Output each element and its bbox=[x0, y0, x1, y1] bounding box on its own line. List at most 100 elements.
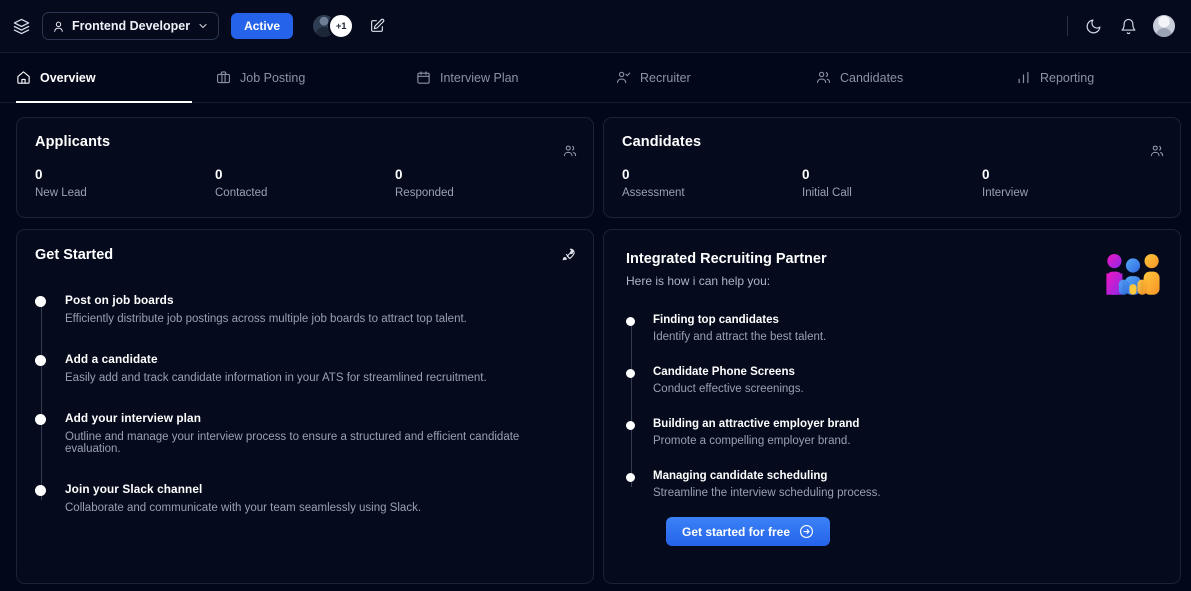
user-circle-icon bbox=[52, 20, 65, 33]
users-icon bbox=[816, 70, 831, 85]
tab-label: Recruiter bbox=[640, 70, 691, 85]
stat-value: 0 bbox=[215, 167, 223, 182]
tab-overview[interactable]: Overview bbox=[16, 53, 216, 103]
list-item[interactable]: Add a candidate Easily add and track can… bbox=[35, 352, 575, 384]
card-subtitle: Here is how i can help you: bbox=[626, 274, 771, 288]
stat-contacted: 0 Contacted bbox=[215, 167, 395, 199]
bar-chart-icon bbox=[1016, 70, 1031, 85]
stat-label: Initial Call bbox=[802, 187, 852, 199]
chevron-down-icon bbox=[197, 20, 209, 32]
tab-reporting[interactable]: Reporting bbox=[1016, 53, 1191, 102]
list-item[interactable]: Candidate Phone Screens Conduct effectiv… bbox=[626, 366, 1162, 395]
moon-icon[interactable] bbox=[1083, 16, 1103, 36]
candidates-card: Candidates 0 Assessment 0 Initial Call 0… bbox=[603, 117, 1181, 218]
item-title: Add a candidate bbox=[65, 352, 158, 366]
list-item[interactable]: Managing candidate scheduling Streamline… bbox=[626, 470, 1162, 499]
item-title: Post on job boards bbox=[65, 293, 174, 307]
applicants-card: Applicants 0 New Lead 0 Contacted 0 Resp… bbox=[16, 117, 594, 218]
card-title: Applicants bbox=[35, 134, 111, 150]
applicants-stats: 0 New Lead 0 Contacted 0 Responded bbox=[35, 167, 575, 199]
bullet-dot bbox=[35, 414, 46, 425]
briefcase-icon bbox=[216, 70, 231, 85]
tab-label: Reporting bbox=[1040, 70, 1095, 85]
get-started-timeline: Post on job boards Efficiently distribut… bbox=[35, 293, 575, 514]
card-title: Candidates bbox=[622, 134, 702, 150]
edit-square-icon[interactable] bbox=[366, 15, 388, 37]
integrated-recruiting-partner-card: Integrated Recruiting Partner Here is ho… bbox=[603, 229, 1181, 584]
avatar-group[interactable]: +1 bbox=[311, 13, 355, 39]
bullet-dot bbox=[35, 485, 46, 496]
arrow-right-circle-icon bbox=[799, 524, 814, 539]
bullet-dot bbox=[626, 473, 635, 482]
user-check-icon bbox=[616, 70, 631, 85]
item-title: Finding top candidates bbox=[653, 314, 779, 326]
people-group-logo bbox=[1102, 250, 1164, 304]
layers-icon[interactable] bbox=[6, 11, 36, 41]
list-item[interactable]: Post on job boards Efficiently distribut… bbox=[35, 293, 575, 325]
users-icon bbox=[563, 144, 577, 158]
stat-label: Contacted bbox=[215, 187, 268, 199]
list-item[interactable]: Join your Slack channel Collaborate and … bbox=[35, 482, 575, 514]
list-item[interactable]: Building an attractive employer brand Pr… bbox=[626, 418, 1162, 447]
stat-label: New Lead bbox=[35, 187, 87, 199]
home-icon bbox=[16, 70, 31, 85]
stat-value: 0 bbox=[395, 167, 403, 182]
bullet-dot bbox=[626, 317, 635, 326]
partner-timeline: Finding top candidates Identify and attr… bbox=[626, 314, 1162, 499]
item-desc: Outline and manage your interview proces… bbox=[65, 431, 520, 455]
top-bar-actions bbox=[1067, 15, 1175, 37]
cta-label: Get started for free bbox=[682, 524, 791, 539]
avatar-overflow-count: +1 bbox=[328, 13, 355, 39]
item-title: Building an attractive employer brand bbox=[653, 418, 860, 430]
stat-value: 0 bbox=[35, 167, 43, 182]
item-desc: Conduct effective screenings. bbox=[653, 383, 804, 395]
tab-label: Candidates bbox=[840, 70, 904, 85]
users-icon bbox=[1150, 144, 1164, 158]
status-active-button[interactable]: Active bbox=[231, 13, 294, 39]
get-started-card: Get Started Post on job boards Efficient… bbox=[16, 229, 594, 584]
item-desc: Efficiently distribute job postings acro… bbox=[65, 313, 467, 325]
tab-label: Job Posting bbox=[240, 70, 306, 85]
bullet-dot bbox=[626, 369, 635, 378]
tab-job-posting[interactable]: Job Posting bbox=[216, 53, 416, 102]
role-selector-label: Frontend Developer bbox=[72, 19, 191, 33]
role-selector[interactable]: Frontend Developer bbox=[42, 12, 220, 40]
stat-value: 0 bbox=[802, 167, 810, 182]
item-desc: Identify and attract the best talent. bbox=[653, 331, 827, 343]
stat-new-lead: 0 New Lead bbox=[35, 167, 215, 199]
bell-icon[interactable] bbox=[1118, 16, 1138, 36]
stat-initial-call: 0 Initial Call bbox=[802, 167, 982, 199]
candidates-stats: 0 Assessment 0 Initial Call 0 Interview bbox=[622, 167, 1162, 199]
item-desc: Promote a compelling employer brand. bbox=[653, 435, 851, 447]
card-title: Get Started bbox=[35, 247, 114, 263]
rocket-icon[interactable] bbox=[562, 247, 577, 262]
stat-label: Responded bbox=[395, 187, 454, 199]
top-bar: Frontend Developer Active +1 bbox=[0, 0, 1191, 53]
stat-assessment: 0 Assessment bbox=[622, 167, 802, 199]
card-title: Integrated Recruiting Partner bbox=[626, 251, 827, 267]
get-started-for-free-button[interactable]: Get started for free bbox=[666, 517, 831, 546]
profile-avatar[interactable] bbox=[1153, 15, 1175, 37]
main-tabs: Overview Job Posting Interview Plan Recr… bbox=[0, 53, 1191, 103]
tab-label: Interview Plan bbox=[440, 70, 519, 85]
tab-interview-plan[interactable]: Interview Plan bbox=[416, 53, 616, 102]
dashboard-grid: Applicants 0 New Lead 0 Contacted 0 Resp… bbox=[0, 103, 1191, 584]
stat-value: 0 bbox=[622, 167, 630, 182]
calendar-icon bbox=[416, 70, 431, 85]
item-desc: Easily add and track candidate informati… bbox=[65, 372, 487, 384]
stat-responded: 0 Responded bbox=[395, 167, 575, 199]
stat-label: Assessment bbox=[622, 187, 685, 199]
bullet-dot bbox=[35, 296, 46, 307]
list-item[interactable]: Finding top candidates Identify and attr… bbox=[626, 314, 1162, 343]
item-title: Managing candidate scheduling bbox=[653, 470, 828, 482]
tab-candidates[interactable]: Candidates bbox=[816, 53, 1016, 102]
divider bbox=[1067, 16, 1068, 36]
item-title: Candidate Phone Screens bbox=[653, 366, 795, 378]
item-desc: Streamline the interview scheduling proc… bbox=[653, 487, 881, 499]
stat-value: 0 bbox=[982, 167, 990, 182]
tab-label: Overview bbox=[40, 70, 96, 85]
stat-label: Interview bbox=[982, 187, 1029, 199]
tab-recruiter[interactable]: Recruiter bbox=[616, 53, 816, 102]
bullet-dot bbox=[626, 421, 635, 430]
list-item[interactable]: Add your interview plan Outline and mana… bbox=[35, 411, 575, 455]
